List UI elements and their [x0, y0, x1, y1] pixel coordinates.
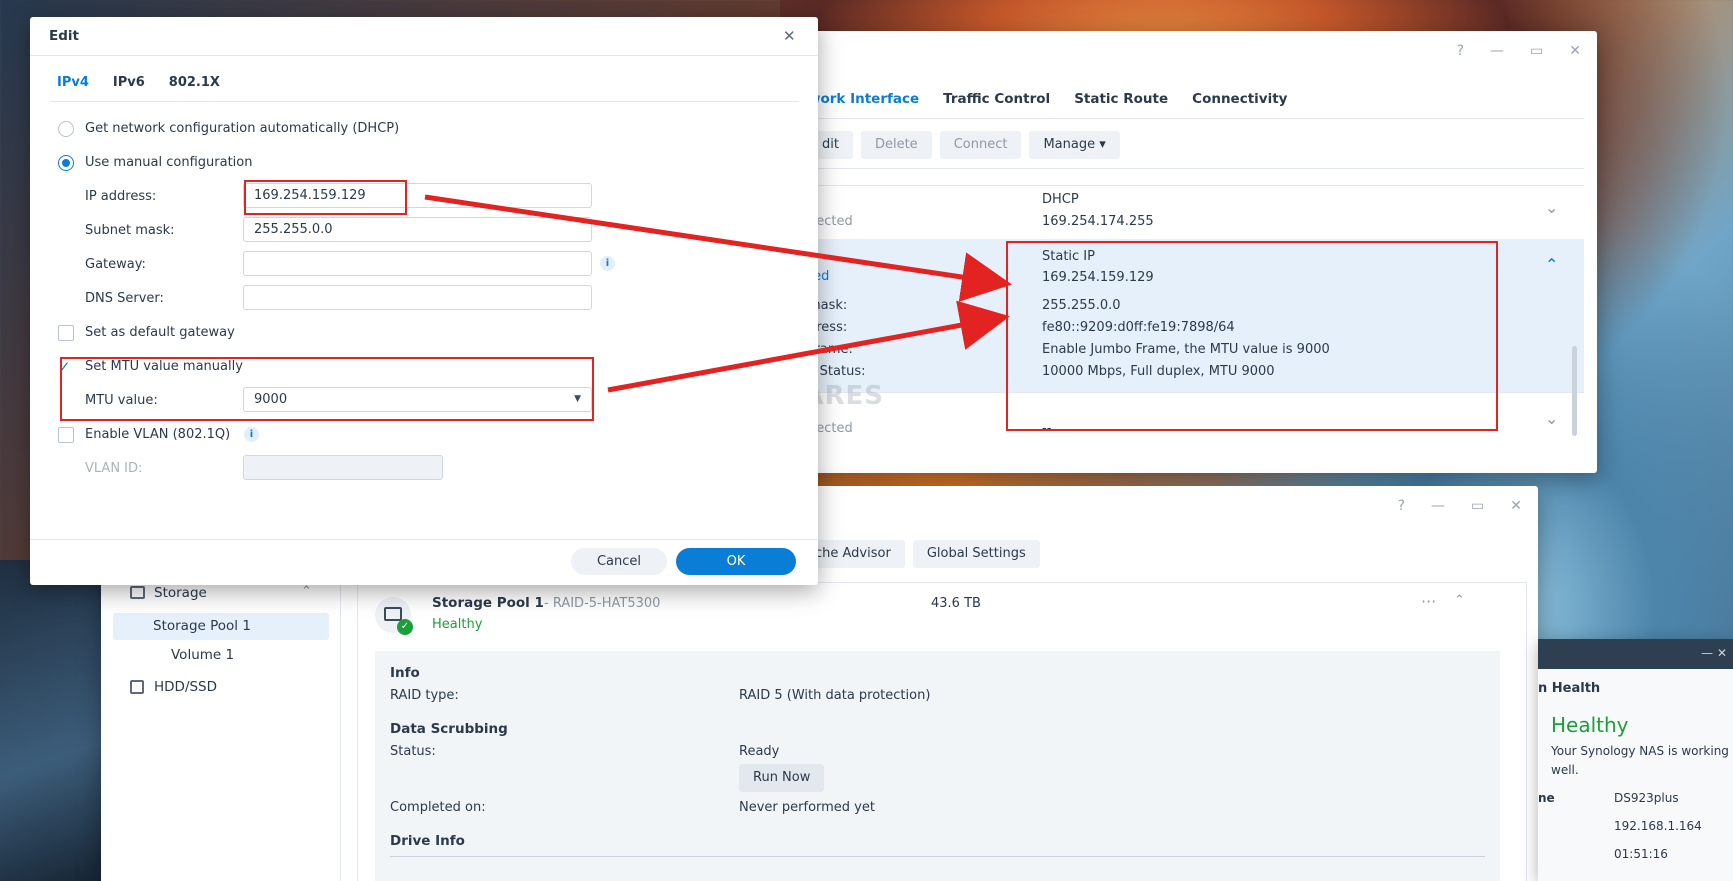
annotation-arrows — [424, 194, 1012, 393]
arrow-mtu — [607, 300, 1010, 393]
arrow-ip — [424, 194, 1012, 302]
